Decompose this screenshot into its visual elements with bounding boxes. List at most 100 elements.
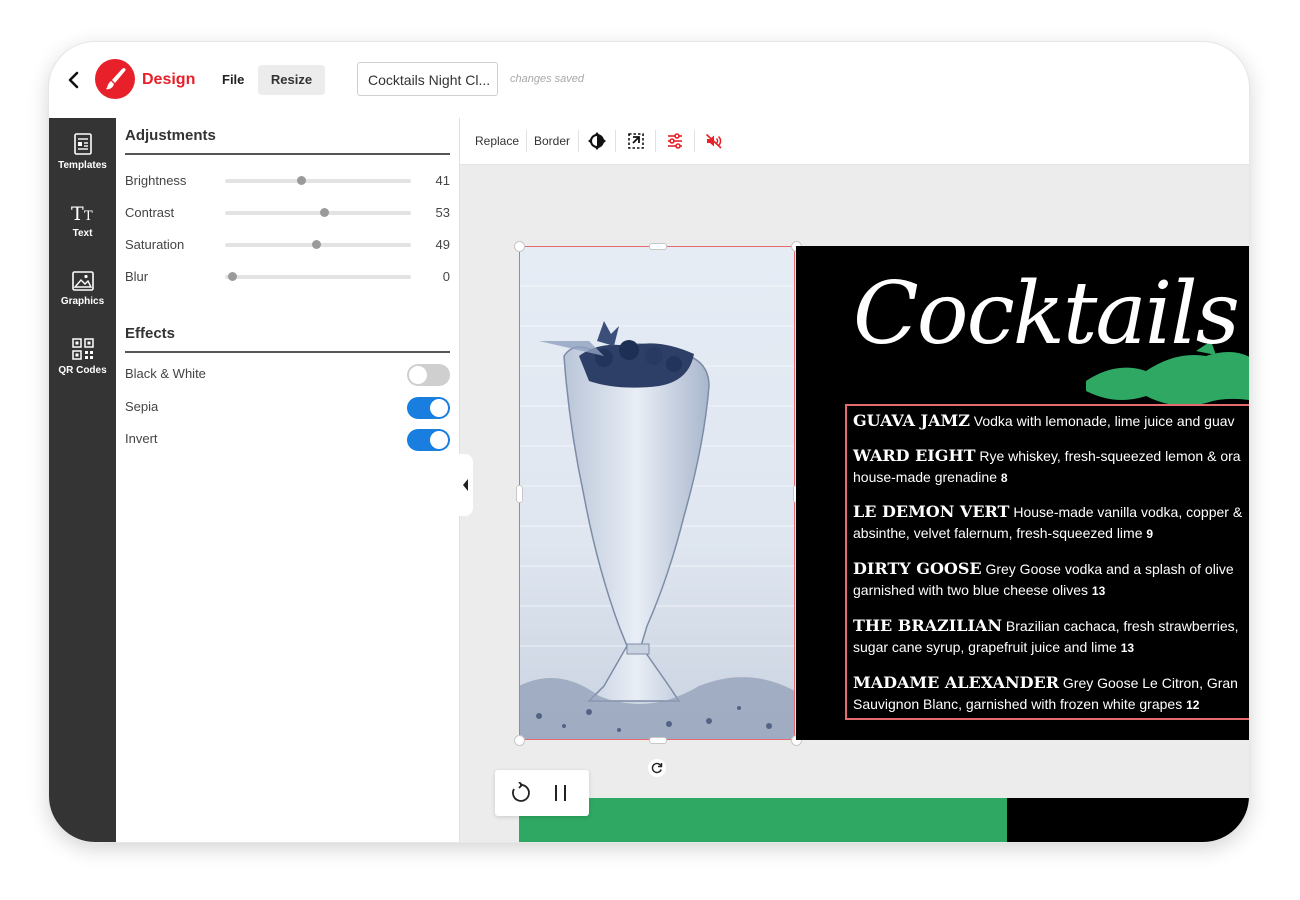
menu-item-description: Grey Goose Le Citron, Gran [1062,675,1238,691]
toggle-knob [409,366,427,384]
toggle-knob [430,399,448,417]
caret-left-icon [463,479,468,491]
menu-item-description: sugar cane syrup, grapefruit juice and l… [853,639,1117,655]
menu-item-price: 8 [1000,471,1008,485]
resize-handle-top[interactable] [649,243,667,250]
resize-handle-left[interactable] [516,485,523,503]
menu-item-name: WARD EIGHT [853,446,976,465]
playback-controls [495,770,589,816]
brightness-icon[interactable] [587,131,607,151]
rail-item-graphics[interactable]: Graphics [49,270,116,307]
menu-item: WARD EIGHT Rye whiskey, fresh-squeezed l… [853,445,1249,489]
text-icon: T T [71,203,93,224]
adjustments-heading: Adjustments [125,127,216,144]
menu-item-price: 9 [1146,527,1154,541]
menu-item-description: house-made grenadine [853,469,997,485]
menu-item-price: 13 [1091,584,1106,598]
saturation-slider[interactable] [225,240,411,249]
svg-text:T: T [84,209,93,224]
menu-item-name: DIRTY GOOSE [853,559,982,578]
invert-toggle[interactable] [407,429,450,451]
sepia-toggle[interactable] [407,397,450,419]
templates-icon [73,133,92,155]
slider-label: Contrast [125,205,175,220]
top-bar: Design File Resize Cocktails Night Cl...… [49,42,1249,119]
back-arrow-icon[interactable] [63,68,85,92]
menu-item-name: LE DEMON VERT [853,502,1010,521]
slider-handle[interactable] [312,240,322,249]
menu-item-description: absinthe, velvet falernum, fresh-squeeze… [853,525,1143,541]
toolbar-divider [615,130,616,152]
crop-icon[interactable] [626,131,646,151]
rail-label: Text [72,228,93,239]
menu-item: DIRTY GOOSE Grey Goose vodka and a splas… [853,558,1249,602]
resize-handle-bottom[interactable] [649,737,667,744]
menu-item-price: 13 [1120,641,1135,655]
rail-label: Graphics [60,296,105,307]
toggle-label: Black & White [125,366,206,381]
menu-item-name: MADAME ALEXANDER [853,673,1059,692]
svg-text:T: T [71,203,84,224]
toggle-label: Invert [125,431,158,446]
black-white-toggle[interactable] [407,364,450,386]
menu-item: THE BRAZILIAN Brazilian cachaca, fresh s… [853,615,1249,659]
menu-item-description: Vodka with lemonade, lime juice and guav [973,413,1235,429]
menu-item-description: Grey Goose vodka and a splash of olive [985,561,1234,577]
slider-label: Saturation [125,237,185,252]
slider-handle[interactable] [297,176,307,185]
brand-label: Design [142,71,196,88]
slider-label: Brightness [125,173,187,188]
effects-divider [125,351,450,353]
replay-icon[interactable] [509,782,531,804]
slider-label: Blur [125,269,149,284]
menu-item: LE DEMON VERT House-made vanilla vodka, … [853,501,1249,545]
slider-value: 53 [435,205,450,220]
cocktails-menu-card[interactable]: Cocktails GUAVA JAMZ Vodka with lemonade… [796,246,1249,740]
rail-label: Templates [58,160,107,171]
menu-title: Cocktails [853,264,1240,364]
toggle-knob [430,431,448,449]
resize-button[interactable]: Resize [258,65,325,95]
selection-frame [519,246,795,740]
toolbar-divider [655,130,656,152]
menu-item: GUAVA JAMZ Vodka with lemonade, lime jui… [853,410,1249,432]
rotate-handle[interactable] [648,759,666,777]
resize-handle-bottom-left[interactable] [514,735,525,746]
menu-item-name: THE BRAZILIAN [853,616,1002,635]
image-toolbar: Replace Border [460,118,1249,165]
rotate-icon [651,762,663,774]
collapse-panel-button[interactable] [459,454,473,516]
save-status: changes saved [510,73,584,85]
menu-item: MADAME ALEXANDER Grey Goose Le Citron, G… [853,672,1249,716]
rail-item-qr-codes[interactable]: QR Codes [49,337,116,376]
slider-value: 0 [442,269,450,284]
blur-slider[interactable] [225,272,411,281]
rail-label: QR Codes [58,365,107,376]
adjustments-divider [125,153,450,155]
slider-value: 49 [435,237,450,252]
contrast-slider[interactable] [225,208,411,217]
toolbar-divider [526,130,527,152]
resize-handle-top-left[interactable] [514,241,525,252]
adjustments-icon[interactable] [665,131,685,151]
adjustments-panel: Adjustments Brightness 41 Contrast 53 Sa… [116,118,460,842]
rail-item-text[interactable]: T T Text [49,202,116,239]
rail-item-templates[interactable]: Templates [49,132,116,171]
next-page-green-band [519,798,1007,842]
menu-item-description: Brazilian cachaca, fresh strawberries, [1005,618,1239,634]
replace-button[interactable]: Replace [475,134,519,148]
pause-icon[interactable] [551,782,571,804]
file-menu-button[interactable]: File [212,65,254,95]
brightness-slider[interactable] [225,176,411,185]
slider-handle[interactable] [319,208,329,217]
document-title-input[interactable]: Cocktails Night Cl... [357,62,498,96]
qr-code-icon [71,338,94,360]
toolbar-divider [578,130,579,152]
toolbar-divider [694,130,695,152]
slider-handle[interactable] [228,272,238,281]
mute-icon[interactable] [704,131,724,151]
menu-item-price: 12 [1186,698,1200,712]
menu-item-name: GUAVA JAMZ [853,411,970,430]
graphics-icon [71,271,94,291]
border-button[interactable]: Border [534,134,570,148]
